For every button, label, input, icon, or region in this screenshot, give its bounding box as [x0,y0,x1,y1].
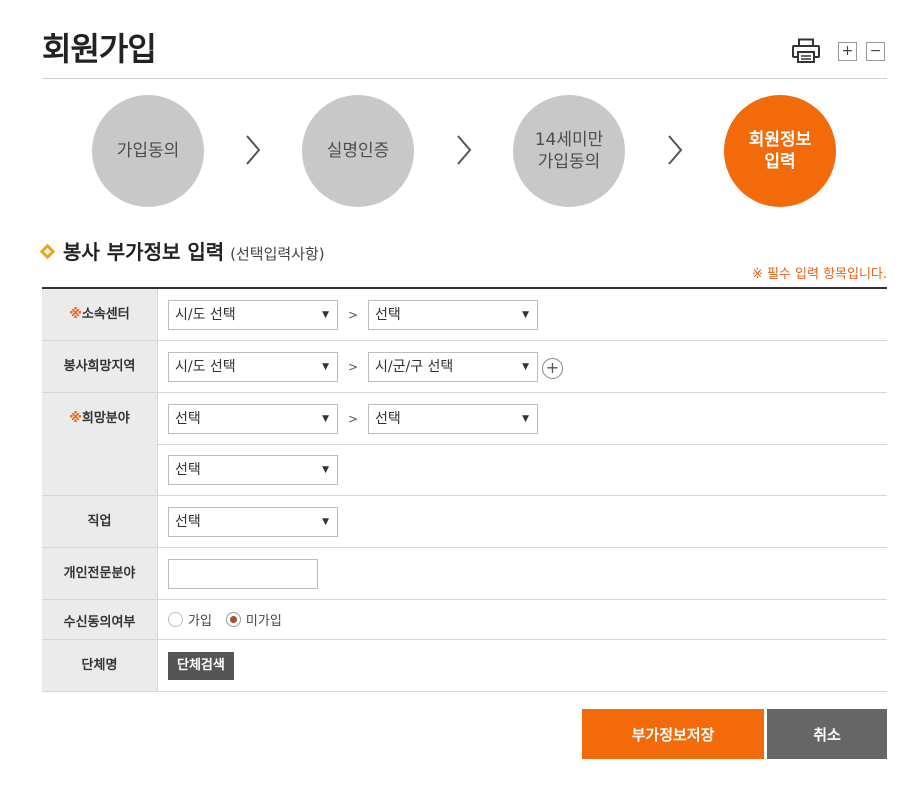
caret-down-icon: ▼ [322,413,329,424]
caret-down-icon: ▼ [522,309,529,320]
consent-no-radio[interactable] [225,612,241,627]
form-row-region: 봉사희망지역 시/도 선택 ▼ > 시/군/구 선택 ▼ + [42,341,887,393]
required-mark: ※ [69,411,82,426]
section-title: 봉사 부가정보 입력 [63,240,225,264]
affiliation-center-select[interactable]: 선택 ▼ [368,299,538,330]
field-label: 개인전문분야 [42,548,158,599]
required-mark: ※ [69,307,82,322]
required-note: ※ 필수 입력 항목입니다. [751,267,887,282]
step-label: 회원정보 [748,130,812,150]
step-label: 입력 [764,152,796,172]
form-row-group: 단체명 단체검색 [42,640,887,692]
field-label: 봉사희망지역 [42,341,158,392]
radio-label: 미가입 [245,614,282,629]
separator: > [347,359,359,374]
job-select[interactable]: 선택 ▼ [168,506,338,537]
save-additional-info-button[interactable]: 부가정보저장 [582,709,764,759]
zoom-in-button[interactable]: + [838,42,857,61]
caret-down-icon: ▼ [522,413,529,424]
consent-yes-radio[interactable] [168,612,183,627]
form-row-specialty: 개인전문분야 [42,548,887,600]
field-label: 단체명 [42,640,158,691]
region-province-select[interactable]: 시/도 선택 ▼ [168,351,338,382]
field-label: ※희망분야 [42,393,158,495]
zoom-out-button[interactable]: − [866,42,885,61]
caret-down-icon: ▼ [322,361,329,372]
title-divider [42,78,887,79]
caret-down-icon: ▼ [322,465,329,475]
caret-down-icon: ▼ [322,309,329,320]
chevron-right-icon [668,135,683,165]
page-title: 회원가입 [42,30,157,68]
step-label: 가입동의 [116,141,180,161]
field-label: 직업 [42,496,158,547]
step-agreement: 가입동의 [92,95,204,207]
cancel-button[interactable]: 취소 [767,709,887,759]
step-under14-consent: 14세미만 가입동의 [513,95,625,207]
step-label: 가입동의 [537,152,601,172]
field-label: 수신동의여부 [42,600,158,639]
step-identity-verification: 실명인증 [302,95,414,207]
printer-icon[interactable] [790,38,822,64]
field-label: ※소속센터 [42,289,158,340]
field-detail-select[interactable]: 선택 ▼ [168,455,338,485]
region-city-select[interactable]: 시/군/구 선택 ▼ [368,351,538,382]
caret-down-icon: ▼ [522,361,529,372]
diamond-icon [39,243,56,260]
section-subtitle: (선택입력사항) [230,245,325,263]
form-row-job: 직업 선택 ▼ [42,496,887,548]
field-subcategory-select[interactable]: 선택 ▼ [368,403,538,434]
separator: > [347,411,359,426]
field-category-select[interactable]: 선택 ▼ [168,403,338,434]
chevron-right-icon [246,135,261,165]
section-header: 봉사 부가정보 입력 (선택입력사항) [39,236,325,265]
add-region-button[interactable]: + [542,358,563,379]
affiliation-province-select[interactable]: 시/도 선택 ▼ [168,299,338,330]
caret-down-icon: ▼ [322,516,329,527]
consent-radio-group: 가입 미가입 [168,610,296,629]
step-label: 14세미만 [534,130,604,150]
form-row-field: ※희망분야 선택 ▼ > 선택 ▼ 선택 ▼ [42,393,887,496]
step-member-info: 회원정보 입력 [724,95,836,207]
step-label: 실명인증 [326,141,390,161]
separator: > [347,307,359,322]
radio-label: 가입 [188,614,212,629]
specialty-input[interactable] [168,558,318,589]
group-search-button[interactable]: 단체검색 [168,651,234,680]
step-indicator: 가입동의 실명인증 14세미만 가입동의 회원정보 입력 [0,95,923,207]
form-row-affiliation: ※소속센터 시/도 선택 ▼ > 선택 ▼ [42,289,887,341]
form-row-consent: 수신동의여부 가입 미가입 [42,600,887,640]
volunteer-info-form: ※소속센터 시/도 선택▼ > 선택▼ 봉사희망지역 시/도 선택▼ > [42,287,887,692]
chevron-right-icon [457,135,472,165]
